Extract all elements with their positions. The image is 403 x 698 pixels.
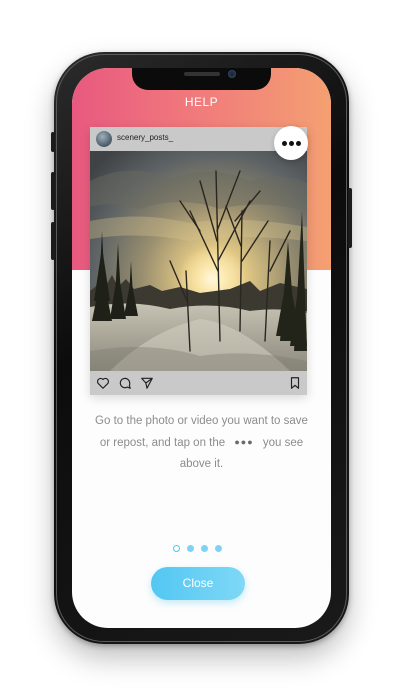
page-dot-3[interactable] (201, 545, 208, 552)
photo-illustration (90, 151, 307, 371)
phone-screen: HELP scenery_posts_ Go to the photo or v… (72, 68, 331, 628)
instruction-line-1: Go to the photo or video you want to sav… (95, 415, 308, 427)
volume-up-button (51, 172, 55, 210)
post-username: scenery_posts_ (117, 133, 174, 142)
page-dot-1[interactable] (173, 545, 180, 552)
send-icon[interactable] (140, 376, 154, 390)
post-actions-bar (90, 371, 307, 395)
page-indicator (172, 545, 232, 553)
bookmark-icon[interactable] (288, 376, 302, 390)
volume-down-button (51, 222, 55, 260)
more-options-button[interactable] (274, 126, 308, 160)
instruction-line-2: or repost, and tap on the ●●● you see (84, 432, 319, 454)
power-button (348, 188, 352, 248)
camera-icon (228, 70, 236, 78)
notch (132, 68, 271, 90)
comment-icon[interactable] (118, 376, 132, 390)
more-dots-icon: ●●● (234, 437, 254, 447)
instruction-line-2-start: or repost, and tap on the (99, 437, 226, 449)
heart-icon[interactable] (96, 376, 110, 390)
page-dot-2[interactable] (187, 545, 194, 552)
winter-forest-sunset-photo (90, 151, 307, 371)
close-button[interactable]: Close (151, 567, 245, 600)
mute-switch (51, 132, 55, 152)
more-options-icon (274, 126, 308, 160)
example-post: scenery_posts_ (90, 127, 307, 395)
speaker-icon (184, 72, 220, 76)
avatar (96, 131, 112, 147)
page-title: HELP (184, 95, 219, 109)
instruction-line-2-end: you see (262, 437, 304, 449)
instruction-text: Go to the photo or video you want to sav… (84, 411, 319, 475)
page: HELP scenery_posts_ Go to the photo or v… (0, 0, 403, 698)
instruction-line-3: above it. (179, 458, 224, 470)
page-dot-4[interactable] (215, 545, 222, 552)
